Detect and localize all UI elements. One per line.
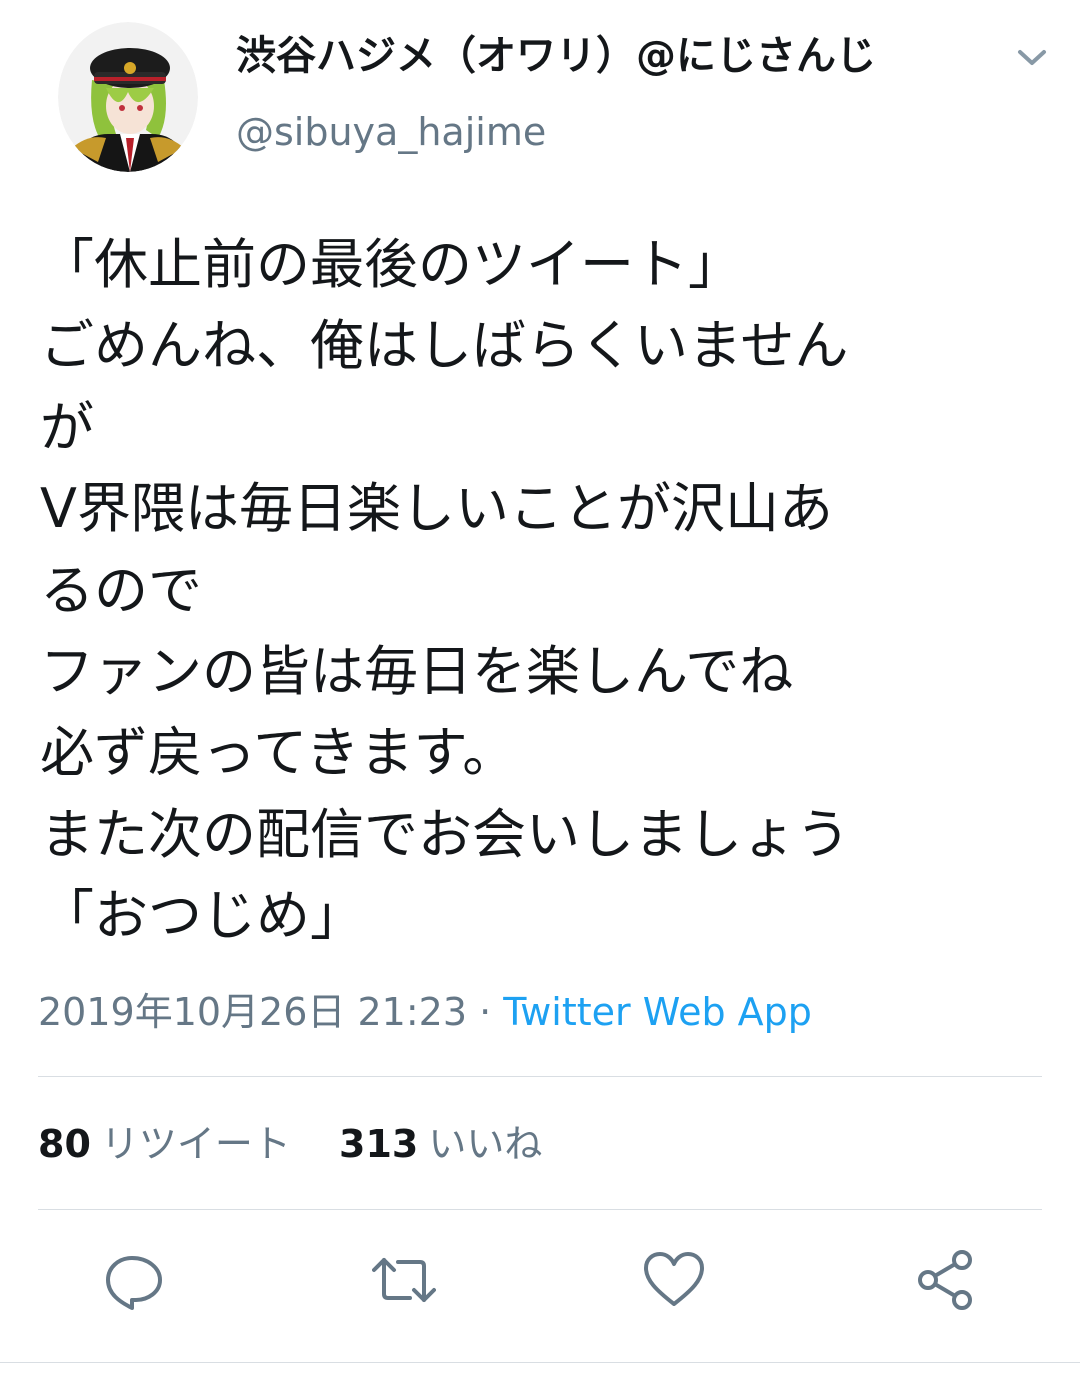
user-handle[interactable]: @sibuya_hajime [236, 106, 546, 158]
tweet-meta: 2019年10月26日 21:23 · Twitter Web App [38, 984, 812, 1040]
share-button[interactable] [914, 1248, 978, 1312]
retweet-icon [372, 1258, 436, 1302]
tweet-line: ごめんね、俺はしばらくいません [40, 314, 849, 378]
tweet-line: 「おつじめ」 [40, 884, 364, 948]
tweet-line: V界隈は毎日楽しいことが沢山あ [40, 477, 833, 541]
tweet-line: るので [40, 558, 202, 622]
avatar[interactable] [58, 22, 198, 172]
share-icon [918, 1250, 972, 1310]
tweet-source-link[interactable]: Twitter Web App [503, 990, 812, 1034]
retweet-count[interactable]: 80 リツイート [38, 1116, 291, 1172]
reply-button[interactable] [102, 1248, 166, 1312]
tweet-text: 「休止前の最後のツイート」 ごめんね、俺はしばらくいません が V界隈は毎日楽し… [40, 224, 1050, 957]
heart-icon [644, 1252, 704, 1306]
like-count-label: いいね [428, 1122, 543, 1166]
reply-icon [106, 1256, 162, 1310]
retweet-count-value: 80 [38, 1122, 91, 1166]
tweet-line: が [40, 395, 94, 459]
like-count[interactable]: 313 いいね [339, 1116, 542, 1172]
chevron-down-icon[interactable] [1010, 36, 1054, 76]
tweet-line: 必ず戻ってきます。 [40, 721, 517, 785]
retweet-count-label: リツイート [100, 1122, 291, 1166]
tweet-line: 「休止前の最後のツイート」 [40, 233, 742, 296]
divider [38, 1076, 1042, 1077]
like-count-value: 313 [339, 1122, 419, 1166]
retweet-button[interactable] [372, 1248, 436, 1312]
meta-separator: · [479, 990, 492, 1034]
like-button[interactable] [642, 1248, 706, 1312]
avatar-image [58, 22, 198, 172]
tweet-stats: 80 リツイート 313 いいね [38, 1116, 578, 1172]
divider [38, 1209, 1042, 1210]
tweet-timestamp[interactable]: 2019年10月26日 21:23 [38, 990, 467, 1034]
divider [0, 1362, 1080, 1363]
tweet-line: ファンの皆は毎日を楽しんでね [40, 640, 794, 704]
display-name[interactable]: 渋谷ハジメ（オワリ）@にじさんじ [236, 28, 876, 84]
tweet-line: また次の配信でお会いしましょう [40, 802, 850, 866]
